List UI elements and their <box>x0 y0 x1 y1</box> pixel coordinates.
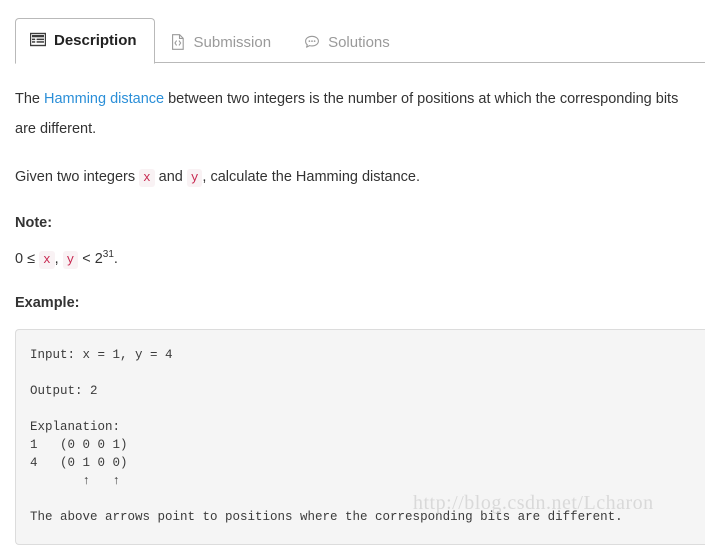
tab-description[interactable]: Description <box>15 18 155 64</box>
given-text-middle: and <box>154 169 187 185</box>
example-code-text: Input: x = 1, y = 4 Output: 2 Explanatio… <box>30 348 623 524</box>
note-heading: Note: <box>15 215 53 231</box>
tab-submission-label: Submission <box>193 33 272 51</box>
given-text-after: , calculate the Hamming distance. <box>202 169 421 185</box>
constraint-comma: , <box>54 251 63 267</box>
constraint-exponent: 31 <box>102 249 114 261</box>
code-x-inline: x <box>139 169 155 187</box>
example-heading: Example: <box>15 295 80 311</box>
tab-solutions[interactable]: Solutions <box>289 20 408 64</box>
intro-text-before: The <box>15 91 45 107</box>
given-text-before: Given two integers <box>15 169 140 185</box>
example-code-block: Input: x = 1, y = 4 Output: 2 Explanatio… <box>15 329 705 545</box>
description-panel: The Hamming distance between two integer… <box>0 84 705 545</box>
constraint-prefix: 0 ≤ <box>15 251 40 267</box>
constraint-mid: < 2 <box>78 251 103 267</box>
constraint-suffix: . <box>113 251 118 267</box>
file-code-icon <box>170 34 186 50</box>
constraint-code-x: x <box>39 251 55 269</box>
list-icon <box>30 32 46 48</box>
given-paragraph: Given two integers x and y, calculate th… <box>15 162 690 193</box>
hamming-distance-link[interactable]: Hamming distance <box>44 91 164 107</box>
code-y-inline: y <box>186 169 203 187</box>
tab-description-label: Description <box>54 31 137 49</box>
tab-strip: Description Submission Solutions <box>0 0 705 64</box>
comment-icon <box>304 34 320 50</box>
tab-list: Description Submission Solutions <box>15 0 705 64</box>
tab-solutions-label: Solutions <box>328 33 390 51</box>
intro-paragraph: The Hamming distance between two integer… <box>15 84 690 144</box>
constraint-code-y: y <box>62 251 79 269</box>
tab-submission[interactable]: Submission <box>155 20 290 64</box>
note-constraint: 0 ≤ x, y < 231. <box>15 246 690 273</box>
